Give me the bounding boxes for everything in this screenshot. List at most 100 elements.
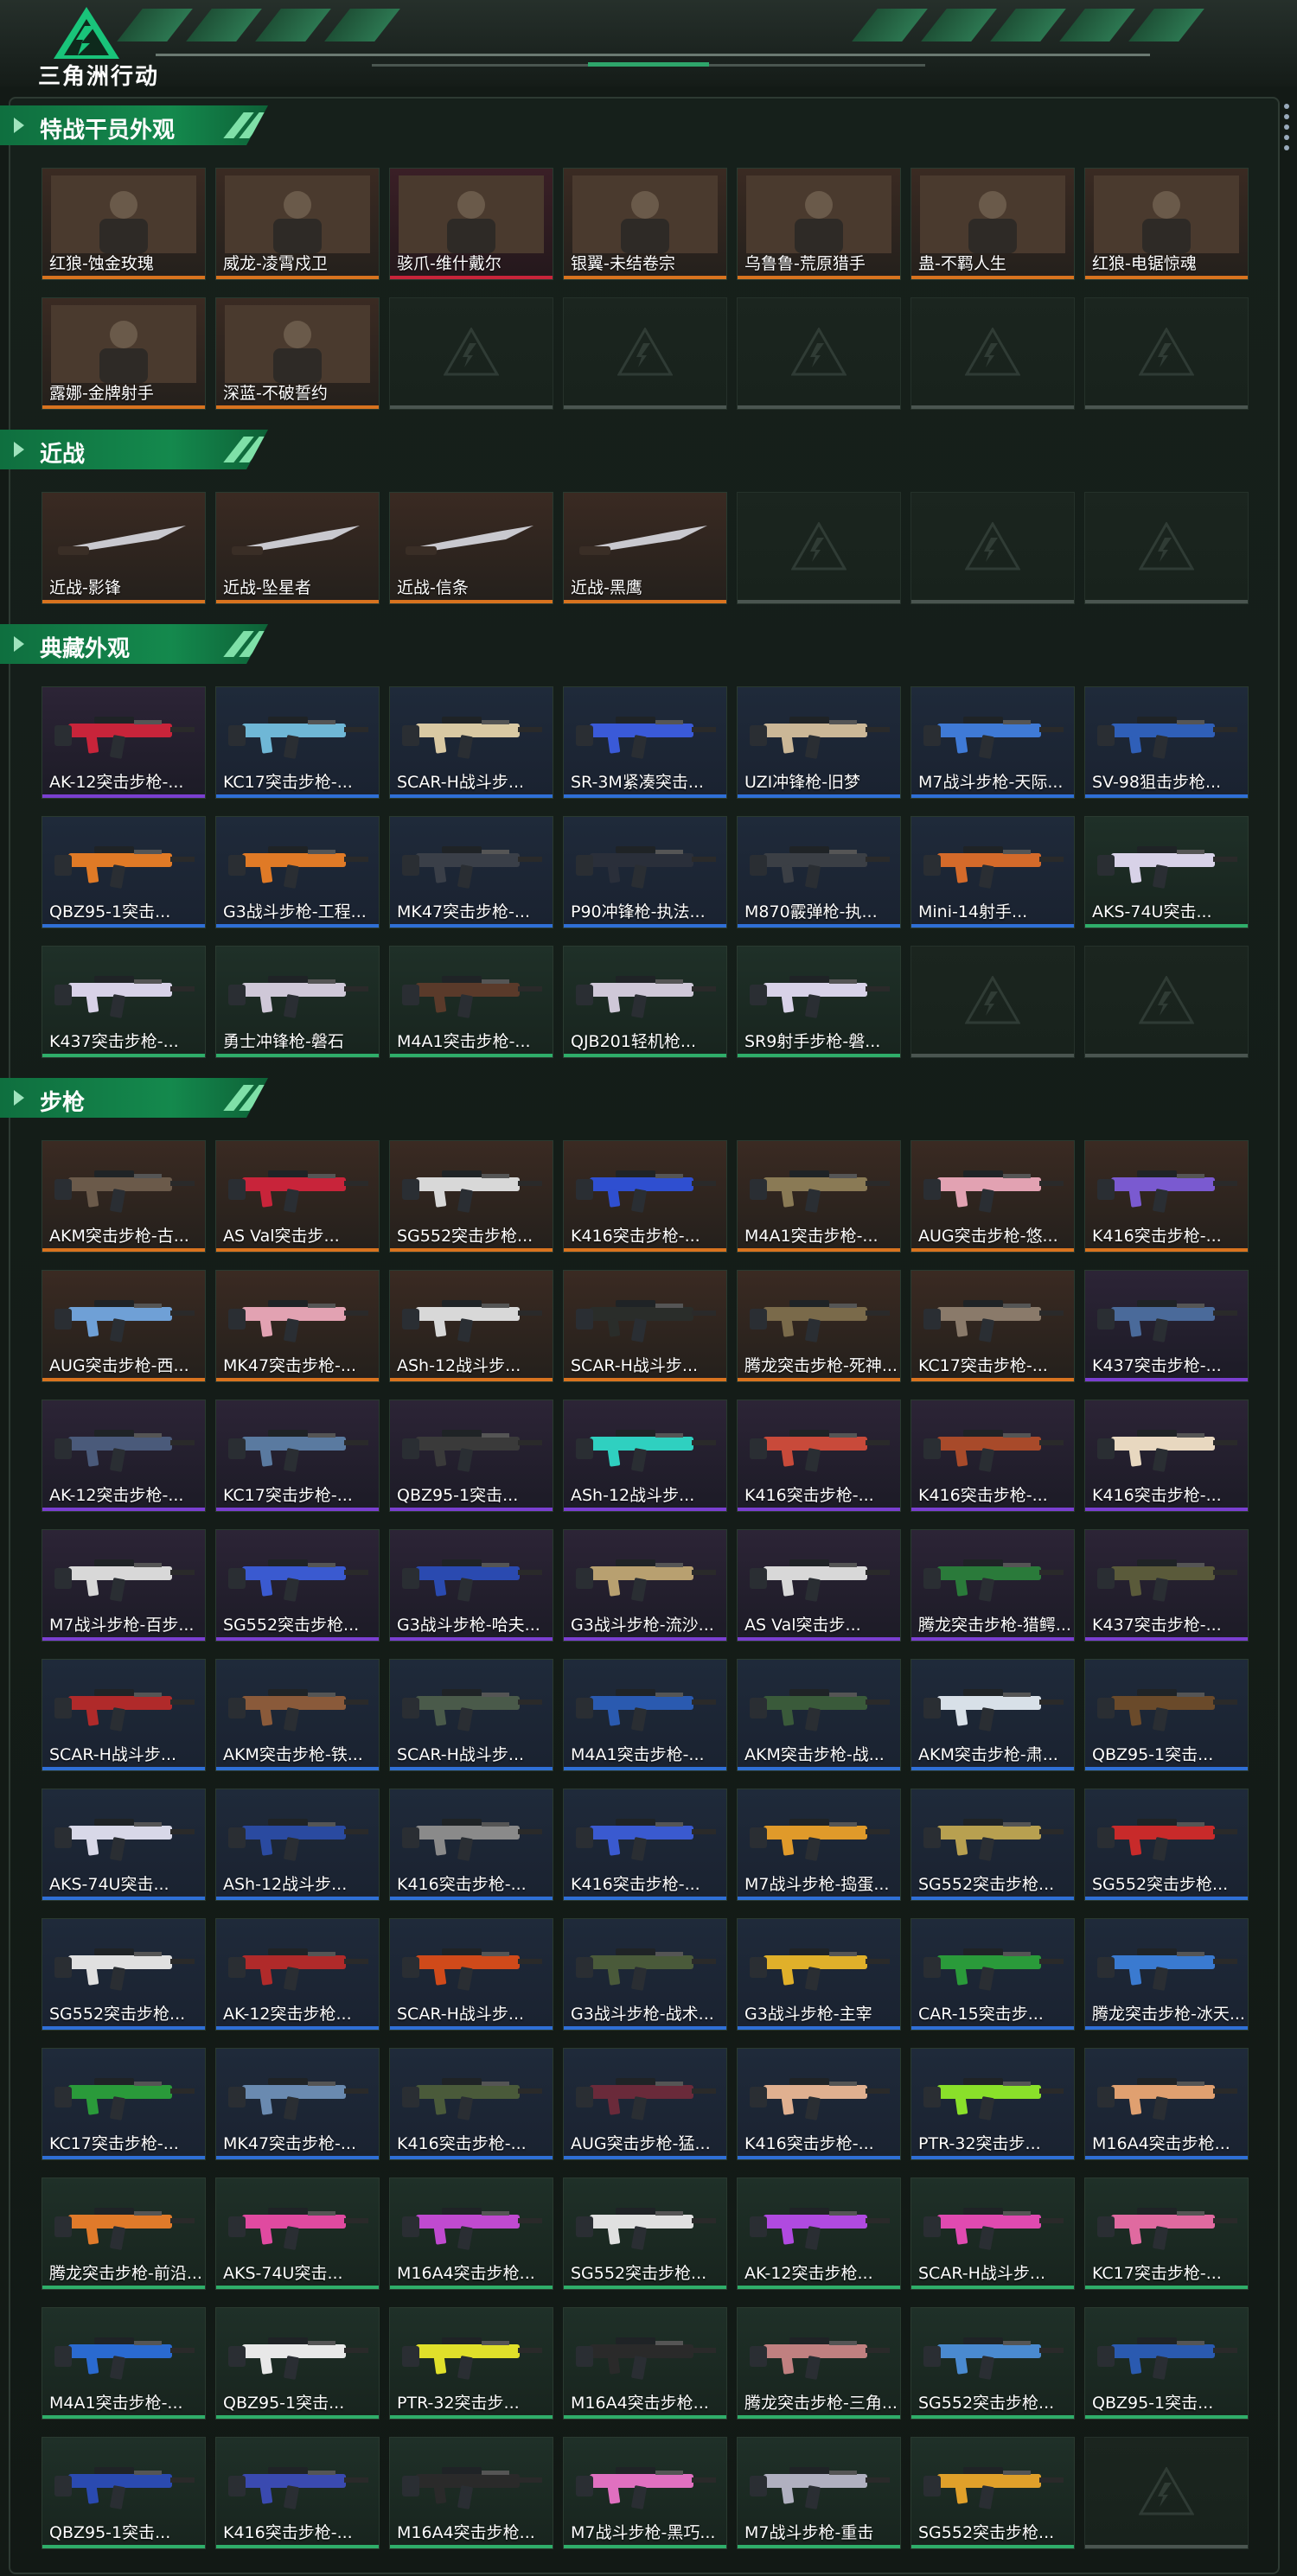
item-card[interactable]: M7战斗步枪-天际...	[910, 686, 1075, 799]
item-card[interactable]: QBZ95-1突击...	[1084, 1659, 1249, 1771]
item-card[interactable]: 勇士冲锋枪-磐石	[215, 946, 380, 1058]
item-card[interactable]: ASh-12战斗步...	[389, 1270, 553, 1382]
item-card[interactable]: SCAR-H战斗步...	[389, 686, 553, 799]
item-card[interactable]: MK47突击步枪-...	[389, 816, 553, 928]
item-card[interactable]: K437突击步枪-...	[1084, 1270, 1249, 1382]
item-card[interactable]: M7战斗步枪-捣蛋...	[737, 1789, 901, 1901]
scrollbar-handle[interactable]	[1284, 104, 1289, 109]
item-card[interactable]: AKS-74U突击...	[42, 1789, 206, 1901]
item-card[interactable]: AS Val突击步...	[215, 1140, 380, 1253]
scrollbar-handle[interactable]	[1284, 135, 1289, 140]
item-card[interactable]: SCAR-H战斗步...	[42, 1659, 206, 1771]
item-card[interactable]: AK-12突击步枪...	[737, 2177, 901, 2290]
item-card[interactable]: K416突击步枪-...	[1084, 1140, 1249, 1253]
item-card[interactable]: 红狼-电锯惊魂	[1084, 168, 1249, 280]
item-card[interactable]: SG552突击步枪...	[215, 1529, 380, 1642]
item-card[interactable]: QBZ95-1突击...	[1084, 2307, 1249, 2420]
item-card[interactable]: AK-12突击步枪-...	[42, 1400, 206, 1512]
item-card[interactable]: SG552突击步枪...	[910, 1789, 1075, 1901]
item-card[interactable]: CAR-15突击步...	[910, 1918, 1075, 2031]
item-card[interactable]: K416突击步枪-...	[737, 2048, 901, 2160]
item-card[interactable]: 腾龙突击步枪-死神...	[737, 1270, 901, 1382]
item-card[interactable]: 近战-影锋	[42, 492, 206, 604]
item-card[interactable]: 蛊-不羁人生	[910, 168, 1075, 280]
item-card[interactable]: AK-12突击步枪-...	[42, 686, 206, 799]
item-card[interactable]: UZI冲锋枪-旧梦	[737, 686, 901, 799]
item-card[interactable]: K437突击步枪-...	[42, 946, 206, 1058]
item-card[interactable]: 腾龙突击步枪-前沿...	[42, 2177, 206, 2290]
item-card[interactable]: G3战斗步枪-哈夫...	[389, 1529, 553, 1642]
item-card[interactable]: G3战斗步枪-战术...	[563, 1918, 727, 2031]
item-card[interactable]: M7战斗步枪-黑巧...	[563, 2437, 727, 2549]
item-card[interactable]: 腾龙突击步枪-冰天...	[1084, 1918, 1249, 2031]
item-card[interactable]: 银翼-未结卷宗	[563, 168, 727, 280]
item-card[interactable]: M16A4突击步枪...	[1084, 2048, 1249, 2160]
item-card[interactable]: MK47突击步枪-...	[215, 2048, 380, 2160]
item-card[interactable]: KC17突击步枪-...	[42, 2048, 206, 2160]
item-card[interactable]: SCAR-H战斗步...	[389, 1918, 553, 2031]
item-card[interactable]: QJB201轻机枪...	[563, 946, 727, 1058]
item-card[interactable]: QBZ95-1突击...	[389, 1400, 553, 1512]
item-card[interactable]: AKM突击步枪-战...	[737, 1659, 901, 1771]
item-card[interactable]: AK-12突击步枪...	[215, 1918, 380, 2031]
item-card[interactable]: SR-3M紧凑突击...	[563, 686, 727, 799]
item-card[interactable]: M4A1突击步枪-...	[389, 946, 553, 1058]
item-card[interactable]: PTR-32突击步...	[389, 2307, 553, 2420]
item-card[interactable]: K416突击步枪-...	[563, 1140, 727, 1253]
item-card[interactable]: SG552突击步枪...	[563, 2177, 727, 2290]
item-card[interactable]: SG552突击步枪...	[42, 1918, 206, 2031]
item-card[interactable]: KC17突击步枪-...	[215, 686, 380, 799]
item-card[interactable]: AUG突击步枪-悠...	[910, 1140, 1075, 1253]
item-card[interactable]: M7战斗步枪-百步...	[42, 1529, 206, 1642]
item-card[interactable]: 近战-黑鹰	[563, 492, 727, 604]
item-card[interactable]: AKM突击步枪-肃...	[910, 1659, 1075, 1771]
item-card[interactable]: AUG突击步枪-猛...	[563, 2048, 727, 2160]
item-card[interactable]: SG552突击步枪...	[389, 1140, 553, 1253]
item-card[interactable]: M4A1突击步枪-...	[42, 2307, 206, 2420]
item-card[interactable]: G3战斗步枪-工程...	[215, 816, 380, 928]
item-card[interactable]: 骇爪-维什戴尔	[389, 168, 553, 280]
item-card[interactable]: 乌鲁鲁-荒原猎手	[737, 168, 901, 280]
item-card[interactable]: KC17突击步枪-...	[215, 1400, 380, 1512]
item-card[interactable]: 深蓝-不破誓约	[215, 297, 380, 410]
item-card[interactable]: G3战斗步枪-主宰	[737, 1918, 901, 2031]
item-card[interactable]: AKM突击步枪-古...	[42, 1140, 206, 1253]
item-card[interactable]: M16A4突击步枪...	[563, 2307, 727, 2420]
item-card[interactable]: K437突击步枪-...	[1084, 1529, 1249, 1642]
item-card[interactable]: KC17突击步枪-...	[910, 1270, 1075, 1382]
item-card[interactable]: SG552突击步枪...	[1084, 1789, 1249, 1901]
item-card[interactable]: M7战斗步枪-重击	[737, 2437, 901, 2549]
item-card[interactable]: KC17突击步枪-...	[1084, 2177, 1249, 2290]
item-card[interactable]: ASh-12战斗步...	[215, 1789, 380, 1901]
scrollbar-handle[interactable]	[1284, 124, 1289, 130]
item-card[interactable]: 威龙-凌霄戍卫	[215, 168, 380, 280]
item-card[interactable]: K416突击步枪-...	[389, 2048, 553, 2160]
item-card[interactable]: K416突击步枪-...	[910, 1400, 1075, 1512]
item-card[interactable]: K416突击步枪-...	[563, 1789, 727, 1901]
item-card[interactable]: QBZ95-1突击...	[42, 2437, 206, 2549]
item-card[interactable]: AKM突击步枪-铁...	[215, 1659, 380, 1771]
item-card[interactable]: M16A4突击步枪...	[389, 2177, 553, 2290]
item-card[interactable]: ASh-12战斗步...	[563, 1400, 727, 1512]
item-card[interactable]: SCAR-H战斗步...	[910, 2177, 1075, 2290]
item-card[interactable]: 红狼-蚀金玫瑰	[42, 168, 206, 280]
item-card[interactable]: SG552突击步枪...	[910, 2307, 1075, 2420]
item-card[interactable]: SCAR-H战斗步...	[563, 1270, 727, 1382]
item-card[interactable]: 近战-信条	[389, 492, 553, 604]
item-card[interactable]: AKS-74U突击...	[215, 2177, 380, 2290]
item-card[interactable]: K416突击步枪-...	[737, 1400, 901, 1512]
item-card[interactable]: 近战-坠星者	[215, 492, 380, 604]
item-card[interactable]: M16A4突击步枪...	[389, 2437, 553, 2549]
item-card[interactable]: K416突击步枪-...	[1084, 1400, 1249, 1512]
item-card[interactable]: PTR-32突击步...	[910, 2048, 1075, 2160]
item-card[interactable]: QBZ95-1突击...	[215, 2307, 380, 2420]
item-card[interactable]: SV-98狙击步枪...	[1084, 686, 1249, 799]
item-card[interactable]: MK47突击步枪-...	[215, 1270, 380, 1382]
item-card[interactable]: AUG突击步枪-西...	[42, 1270, 206, 1382]
item-card[interactable]: M4A1突击步枪-...	[737, 1140, 901, 1253]
item-card[interactable]: P90冲锋枪-执法...	[563, 816, 727, 928]
item-card[interactable]: 露娜-金牌射手	[42, 297, 206, 410]
scrollbar-handle[interactable]	[1284, 114, 1289, 119]
item-card[interactable]: M870霰弹枪-执...	[737, 816, 901, 928]
item-card[interactable]: SCAR-H战斗步...	[389, 1659, 553, 1771]
